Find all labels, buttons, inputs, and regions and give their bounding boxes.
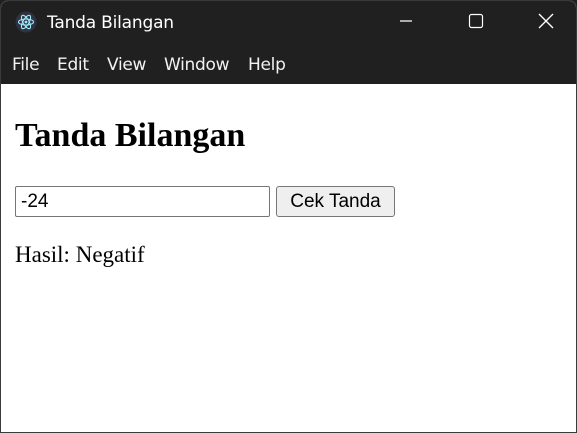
result-label: Hasil:	[15, 242, 70, 267]
maximize-button[interactable]	[441, 1, 511, 45]
electron-icon	[15, 11, 37, 33]
page-content: Tanda Bilangan Cek Tanda Hasil: Negatif	[1, 84, 576, 432]
number-input[interactable]	[15, 186, 270, 217]
check-sign-button[interactable]: Cek Tanda	[276, 186, 395, 217]
result-value: Negatif	[75, 242, 145, 267]
menu-file[interactable]: File	[12, 55, 40, 75]
close-icon	[538, 13, 554, 34]
menu-edit[interactable]: Edit	[57, 55, 89, 75]
result-text: Hasil: Negatif	[15, 242, 145, 268]
window-title: Tanda Bilangan	[47, 13, 174, 33]
minimize-button[interactable]	[371, 1, 441, 45]
menu-help[interactable]: Help	[248, 55, 286, 75]
menu-bar: File Edit View Window Help	[1, 45, 576, 84]
menu-view[interactable]: View	[107, 55, 146, 75]
menu-window[interactable]: Window	[164, 55, 230, 75]
close-button[interactable]	[511, 1, 576, 45]
title-bar[interactable]: Tanda Bilangan	[1, 1, 576, 45]
minimize-icon	[399, 14, 413, 33]
page-title: Tanda Bilangan	[15, 117, 246, 154]
maximize-icon	[468, 13, 484, 34]
app-window: Tanda Bilangan File Edit View Window Hel…	[0, 0, 577, 433]
